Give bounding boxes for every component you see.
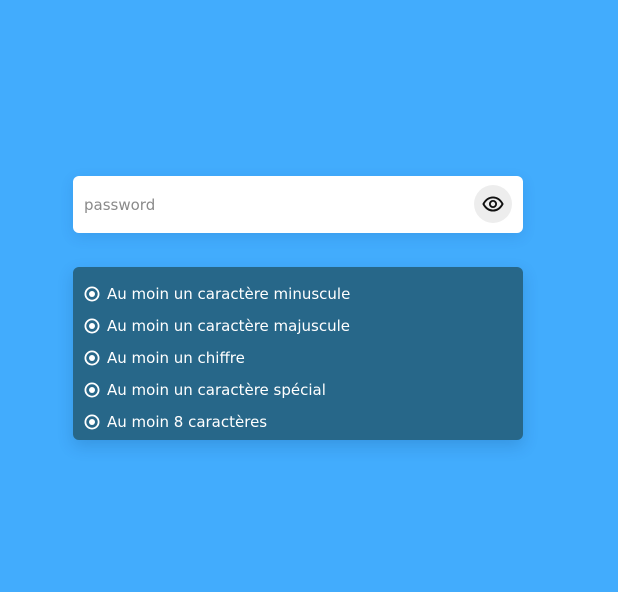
rule-label: Au moin un caractère majuscule <box>107 316 350 335</box>
radio-checked-icon <box>84 318 100 334</box>
radio-checked-icon <box>84 414 100 430</box>
radio-checked-icon <box>84 382 100 398</box>
rule-label: Au moin un chiffre <box>107 348 245 367</box>
password-input[interactable] <box>73 176 463 233</box>
password-field <box>73 176 523 233</box>
rule-digit: Au moin un chiffre <box>84 342 523 374</box>
password-requirements-panel: Au moin un caractère minuscule Au moin u… <box>73 267 523 440</box>
rule-lowercase: Au moin un caractère minuscule <box>84 278 523 310</box>
rule-min-length: Au moin 8 caractères <box>84 406 523 438</box>
rule-label: Au moin 8 caractères <box>107 412 268 431</box>
radio-checked-icon <box>84 286 100 302</box>
rule-label: Au moin un caractère minuscule <box>107 284 351 303</box>
eye-icon <box>482 193 504 215</box>
password-requirements-list: Au moin un caractère minuscule Au moin u… <box>84 278 523 438</box>
rule-label: Au moin un caractère spécial <box>107 380 326 399</box>
rule-uppercase: Au moin un caractère majuscule <box>84 310 523 342</box>
radio-checked-icon <box>84 350 100 366</box>
rule-special-character: Au moin un caractère spécial <box>84 374 523 406</box>
show-password-button[interactable] <box>474 185 512 223</box>
